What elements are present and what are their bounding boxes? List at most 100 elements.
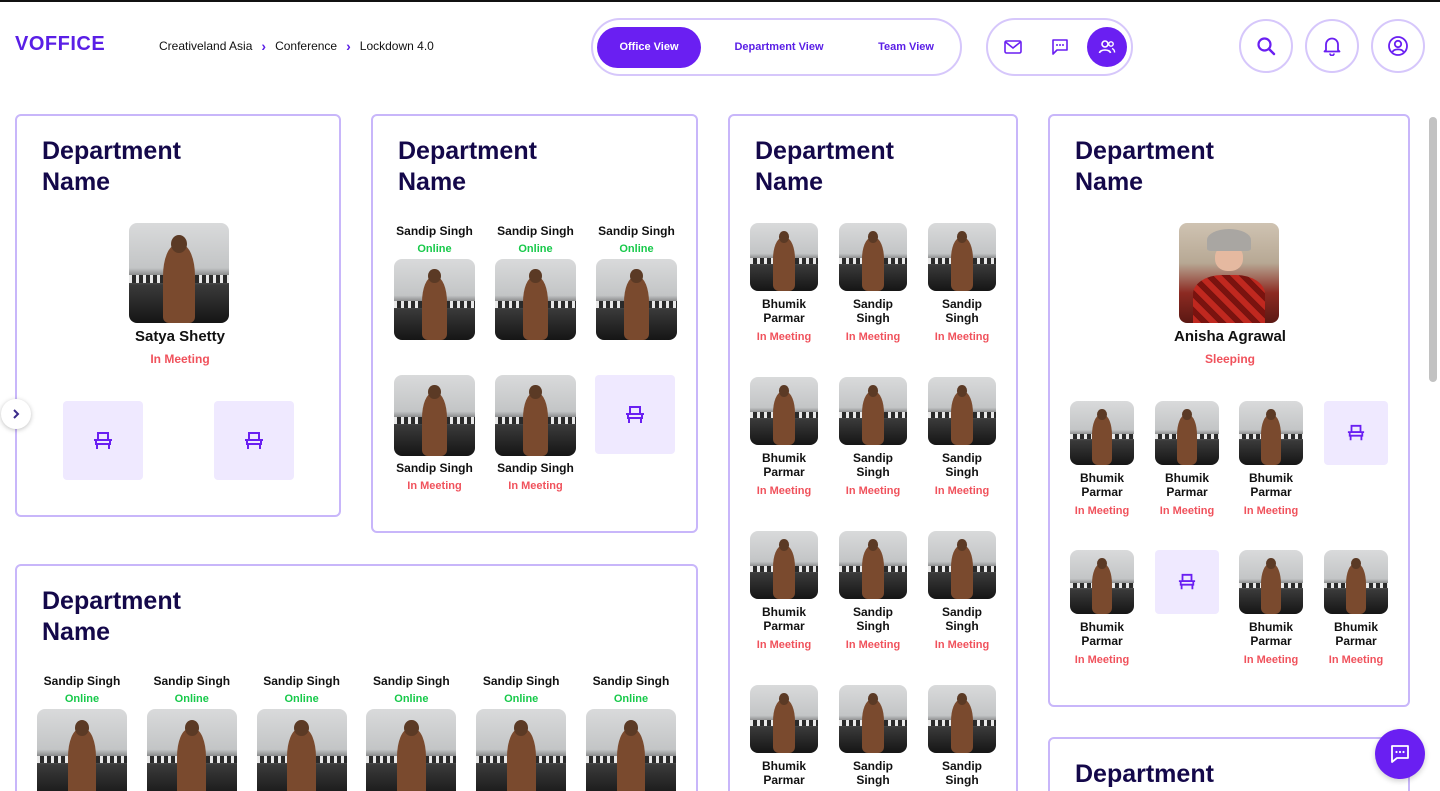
department-card: Department Name Bhumik Parmar In Meeting Sa… (728, 114, 1018, 791)
breadcrumb-item[interactable]: Creativeland Asia (159, 39, 252, 53)
member-card[interactable]: Bhumik Parmar In Meeting (746, 377, 822, 498)
empty-seat[interactable] (1155, 550, 1219, 614)
avatar (1239, 550, 1303, 614)
member-card[interactable]: Sandip Singh (835, 685, 911, 791)
department-title: Department Name (42, 587, 181, 646)
empty-seat[interactable] (595, 375, 675, 454)
member-status: In Meeting (1159, 505, 1215, 517)
member-card[interactable]: Sandip Singh Online (488, 224, 583, 340)
member-card[interactable]: Sandip Singh In Meeting (387, 375, 482, 493)
member-name-last: Parmar (763, 311, 805, 325)
empty-seat[interactable] (1324, 401, 1388, 465)
member-name: Anisha Agrawal (1174, 328, 1286, 345)
app-logo[interactable]: VOFFICE (15, 33, 105, 56)
member-name: Bhumik (761, 297, 806, 311)
member-card[interactable]: Sandip Singh In Meeting (835, 377, 911, 498)
department-title: Department (1075, 760, 1214, 788)
member-name-last: Parmar (763, 773, 805, 787)
member-status: In Meeting (934, 485, 990, 497)
member-card[interactable]: Sandip Singh In Meeting (924, 531, 1000, 652)
member-lead[interactable] (129, 223, 229, 323)
member-card[interactable]: Bhumik Parmar In Meeting (1233, 550, 1309, 667)
avatar (495, 375, 576, 456)
member-card[interactable]: Sandip Singh In Meeting (924, 223, 1000, 344)
member-status: In Meeting (1243, 505, 1299, 517)
member-name-last: Singh (856, 311, 890, 325)
member-card[interactable]: Sandip Singh In Meeting (488, 375, 583, 493)
member-card[interactable]: Sandip Singh Online (589, 224, 684, 340)
chat-icon[interactable] (1040, 27, 1080, 67)
chat-button[interactable] (1375, 729, 1425, 779)
office-view-tab[interactable]: Office View (597, 27, 701, 68)
member-card[interactable]: Bhumik Parmar In Meeting (1064, 550, 1140, 667)
mail-icon[interactable] (993, 27, 1033, 67)
member-name: Sandip Singh (396, 461, 473, 475)
chevron-right-icon (13, 409, 20, 419)
avatar (596, 259, 677, 340)
empty-seat[interactable] (214, 401, 294, 480)
member-name: Satya Shetty (134, 328, 226, 345)
member-name: Bhumik (761, 451, 806, 465)
team-view-tab[interactable]: Team View (861, 27, 951, 68)
department-card: Department (1048, 737, 1410, 791)
member-card[interactable]: Sandip Singh Online (144, 674, 240, 791)
member-status: Online (613, 693, 649, 705)
avatar (928, 223, 996, 291)
avatar (839, 685, 907, 753)
member-card[interactable]: Bhumik Parmar In Meeting (1064, 401, 1140, 518)
chair-icon (245, 431, 263, 449)
member-card[interactable]: Bhumik Parmar (746, 685, 822, 791)
scrollbar[interactable] (1429, 117, 1437, 382)
breadcrumb-item[interactable]: Conference (275, 39, 337, 53)
member-lead[interactable] (1179, 223, 1279, 323)
member-status: Online (619, 243, 654, 255)
member-name: Bhumik (1079, 471, 1124, 485)
sidebar-expand-button[interactable] (1, 399, 31, 429)
member-status: In Meeting (1328, 654, 1384, 666)
member-status: In Meeting (756, 331, 812, 343)
member-card[interactable]: Sandip Singh In Meeting (924, 377, 1000, 498)
member-card[interactable]: Sandip Singh Online (34, 674, 130, 791)
member-name: Sandip Singh (482, 674, 560, 688)
department-view-tab[interactable]: Department View (719, 27, 839, 68)
member-card[interactable]: Bhumik Parmar In Meeting (1318, 550, 1394, 667)
member-card[interactable]: Bhumik Parmar In Meeting (746, 223, 822, 344)
member-card[interactable]: Bhumik Parmar In Meeting (1233, 401, 1309, 518)
member-card[interactable]: Sandip Singh Online (254, 674, 350, 791)
member-name-last: Parmar (1081, 634, 1123, 648)
search-icon[interactable] (1239, 19, 1293, 73)
member-name: Bhumik (761, 605, 806, 619)
member-name-last: Singh (945, 465, 979, 479)
chat-icon (1391, 745, 1409, 763)
breadcrumb-item[interactable]: Lockdown 4.0 (360, 39, 434, 53)
member-status: Online (518, 243, 553, 255)
member-name: Sandip (941, 605, 982, 619)
member-name-last: Parmar (1250, 485, 1292, 499)
member-card[interactable]: Bhumik Parmar In Meeting (1149, 401, 1225, 518)
member-card[interactable]: Sandip Singh In Meeting (835, 531, 911, 652)
member-card[interactable]: Sandip Singh In Meeting (835, 223, 911, 344)
member-name: Sandip (852, 759, 893, 773)
bell-icon[interactable] (1305, 19, 1359, 73)
member-card[interactable]: Sandip Singh (924, 685, 1000, 791)
member-card[interactable]: Sandip Singh Online (473, 674, 569, 791)
member-name-last: Singh (945, 311, 979, 325)
chevron-right-icon: › (346, 38, 351, 54)
avatar (394, 259, 475, 340)
member-name-last: Parmar (763, 465, 805, 479)
member-card[interactable]: Sandip Singh Online (363, 674, 459, 791)
empty-seat[interactable] (63, 401, 143, 480)
avatar (1324, 550, 1388, 614)
member-status: In Meeting (934, 639, 990, 651)
member-status: In Meeting (756, 639, 812, 651)
member-card[interactable]: Bhumik Parmar In Meeting (746, 531, 822, 652)
avatar (37, 709, 127, 791)
users-icon[interactable] (1087, 27, 1127, 67)
avatar (394, 375, 475, 456)
member-name: Sandip Singh (497, 224, 574, 238)
profile-icon[interactable] (1371, 19, 1425, 73)
member-card[interactable]: Sandip Singh Online (387, 224, 482, 340)
member-name-last: Parmar (1166, 485, 1208, 499)
member-status: Online (64, 693, 100, 705)
member-card[interactable]: Sandip Singh Online (583, 674, 679, 791)
